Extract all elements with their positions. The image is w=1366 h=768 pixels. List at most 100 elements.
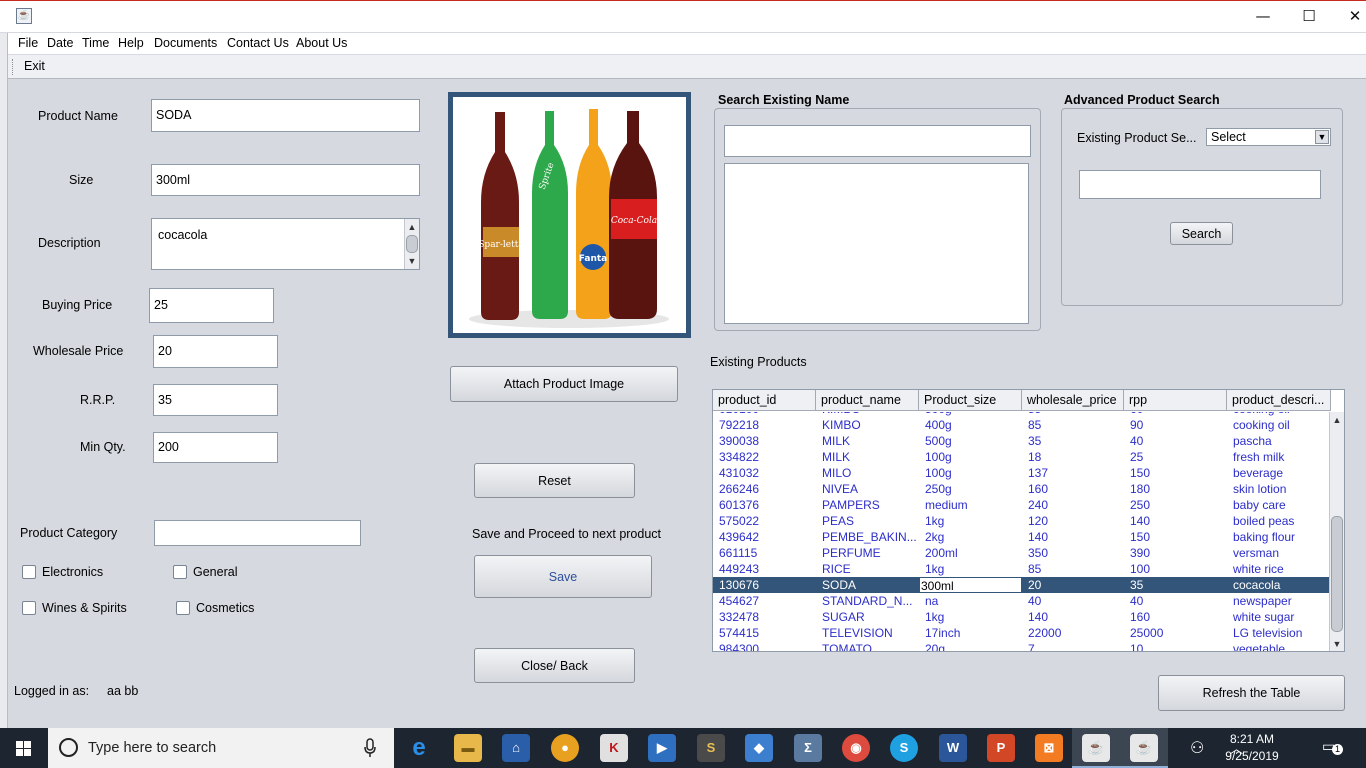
cell-product-id[interactable]: 601376 bbox=[713, 497, 816, 513]
cell-wholesale-price[interactable]: 7 bbox=[1022, 641, 1124, 651]
sublime-icon[interactable]: S bbox=[697, 734, 725, 762]
cell-description[interactable]: fresh milk bbox=[1227, 449, 1331, 465]
cell-product-name[interactable]: SODA bbox=[816, 577, 919, 593]
scroll-thumb[interactable] bbox=[406, 235, 418, 253]
maximize-button[interactable]: ☐ bbox=[1286, 1, 1332, 32]
cell-wholesale-price[interactable]: 40 bbox=[1022, 593, 1124, 609]
table-row[interactable]: 661115 PERFUME 200ml 350 390 versman bbox=[713, 545, 1331, 561]
media-player-icon[interactable]: ● bbox=[551, 734, 579, 762]
advanced-search-input[interactable] bbox=[1079, 170, 1321, 199]
people-icon[interactable]: ⚇ bbox=[1190, 738, 1204, 768]
edge-icon[interactable]: e bbox=[405, 734, 433, 762]
description-textarea[interactable]: cocacola ▲ ▼ bbox=[151, 218, 420, 270]
cell-product-name[interactable]: TOMATO bbox=[816, 641, 919, 651]
table-row[interactable]: 792218 KIMBO 400g 85 90 cooking oil bbox=[713, 417, 1331, 433]
start-button[interactable] bbox=[0, 728, 48, 768]
cell-product-name[interactable]: PAMPERS bbox=[816, 497, 919, 513]
menu-date[interactable]: Date bbox=[47, 36, 73, 50]
cell-product-id[interactable]: 661115 bbox=[713, 545, 816, 561]
table-row[interactable]: 575022 PEAS 1kg 120 140 boiled peas bbox=[713, 513, 1331, 529]
taskbar-java-app-2[interactable]: ☕ bbox=[1120, 728, 1168, 768]
word-icon[interactable]: W bbox=[939, 734, 967, 762]
cell-product-size[interactable]: 1kg bbox=[919, 561, 1022, 577]
menu-file[interactable]: File bbox=[18, 36, 38, 50]
cell-product-size[interactable]: 20g bbox=[919, 641, 1022, 651]
cell-product-id[interactable]: 792218 bbox=[713, 417, 816, 433]
skype-icon[interactable]: S bbox=[890, 734, 918, 762]
cell-product-name[interactable]: KIMBO bbox=[816, 417, 919, 433]
column-header-product-description[interactable]: product_descri... bbox=[1227, 390, 1331, 411]
search-button[interactable]: Search bbox=[1170, 222, 1233, 245]
cell-product-id[interactable]: 575022 bbox=[713, 513, 816, 529]
cell-product-name[interactable]: SUGAR bbox=[816, 609, 919, 625]
cell-rpp[interactable]: 150 bbox=[1124, 465, 1227, 481]
cell-description[interactable]: LG television bbox=[1227, 625, 1331, 641]
cell-product-id[interactable]: 334822 bbox=[713, 449, 816, 465]
buying-price-field[interactable]: 25 bbox=[149, 288, 274, 323]
cell-wholesale-price[interactable]: 85 bbox=[1022, 417, 1124, 433]
size-field[interactable]: 300ml bbox=[151, 164, 420, 196]
cell-wholesale-price[interactable]: 240 bbox=[1022, 497, 1124, 513]
table-row[interactable]: 449243 RICE 1kg 85 100 white rice bbox=[713, 561, 1331, 577]
cell-product-name[interactable]: STANDARD_N... bbox=[816, 593, 919, 609]
chrome-icon[interactable]: ◉ bbox=[842, 734, 870, 762]
refresh-table-button[interactable]: Refresh the Table bbox=[1158, 675, 1345, 711]
cell-wholesale-price[interactable]: 35 bbox=[1022, 433, 1124, 449]
cell-wholesale-price[interactable]: 85 bbox=[1022, 561, 1124, 577]
cosmetics-checkbox[interactable] bbox=[176, 601, 190, 615]
cell-product-id[interactable]: 984300 bbox=[713, 641, 816, 651]
close-window-button[interactable]: ✕ bbox=[1332, 1, 1366, 32]
cell-product-name[interactable]: MILO bbox=[816, 465, 919, 481]
cell-product-name[interactable]: PERFUME bbox=[816, 545, 919, 561]
cell-description[interactable]: versman bbox=[1227, 545, 1331, 561]
cell-rpp[interactable]: 40 bbox=[1124, 593, 1227, 609]
cell-product-size[interactable]: 400g bbox=[919, 417, 1022, 433]
kaspersky-icon[interactable]: K bbox=[600, 734, 628, 762]
cell-product-id[interactable]: 332478 bbox=[713, 609, 816, 625]
cell-rpp[interactable]: 180 bbox=[1124, 481, 1227, 497]
cell-product-id[interactable]: 130676 bbox=[713, 577, 816, 593]
cell-wholesale-price[interactable]: 160 bbox=[1022, 481, 1124, 497]
minimize-button[interactable]: — bbox=[1240, 1, 1286, 32]
virtualbox-icon[interactable]: ◆ bbox=[745, 734, 773, 762]
search-existing-input[interactable] bbox=[724, 125, 1031, 157]
xampp-icon[interactable]: ⊠ bbox=[1035, 734, 1063, 762]
cell-wholesale-price[interactable]: 140 bbox=[1022, 609, 1124, 625]
table-row[interactable]: 984300 TOMATO 20g 7 10 vegetable bbox=[713, 641, 1331, 651]
cell-product-id[interactable]: 431032 bbox=[713, 465, 816, 481]
cell-product-id[interactable]: 574415 bbox=[713, 625, 816, 641]
column-header-wholesale-price[interactable]: wholesale_price bbox=[1022, 390, 1124, 411]
cell-product-size[interactable]: 100g bbox=[919, 449, 1022, 465]
scroll-up-arrow-icon[interactable]: ▲ bbox=[1330, 413, 1344, 427]
cell-product-id[interactable]: 449243 bbox=[713, 561, 816, 577]
cell-product-size[interactable]: 500g bbox=[919, 433, 1022, 449]
rrp-field[interactable]: 35 bbox=[153, 384, 278, 416]
menu-about-us[interactable]: About Us bbox=[296, 36, 347, 50]
cell-rpp[interactable]: 25 bbox=[1124, 449, 1227, 465]
cell-description[interactable]: white sugar bbox=[1227, 609, 1331, 625]
cell-rpp[interactable]: 100 bbox=[1124, 561, 1227, 577]
table-scroll-thumb[interactable] bbox=[1331, 516, 1343, 632]
cell-rpp[interactable]: 35 bbox=[1124, 577, 1227, 593]
product-name-field[interactable]: SODA bbox=[151, 99, 420, 132]
table-scrollbar[interactable]: ▲ ▼ bbox=[1329, 412, 1344, 651]
system-clock[interactable]: 8:21 AM 9/25/2019 bbox=[1216, 731, 1288, 765]
column-header-product-id[interactable]: product_id bbox=[713, 390, 816, 411]
cell-product-name[interactable]: RICE bbox=[816, 561, 919, 577]
cell-product-name[interactable]: MILK bbox=[816, 433, 919, 449]
exit-button[interactable]: Exit bbox=[24, 59, 45, 73]
cell-rpp[interactable]: 25000 bbox=[1124, 625, 1227, 641]
cell-description[interactable]: baking flour bbox=[1227, 529, 1331, 545]
search-field-select[interactable]: Select ▼ bbox=[1206, 128, 1331, 146]
table-row[interactable]: 334822 MILK 100g 18 25 fresh milk bbox=[713, 449, 1331, 465]
cell-rpp[interactable]: 140 bbox=[1124, 513, 1227, 529]
cell-description[interactable]: skin lotion bbox=[1227, 481, 1331, 497]
table-row[interactable]: 431032 MILO 100g 137 150 beverage bbox=[713, 465, 1331, 481]
cell-product-id[interactable]: 390038 bbox=[713, 433, 816, 449]
table-row[interactable]: 130676 SODA 300ml 20 35 cocacola bbox=[713, 577, 1331, 593]
cell-editor[interactable]: 300ml bbox=[919, 577, 1022, 593]
cell-description[interactable]: cooking oil bbox=[1227, 417, 1331, 433]
attach-product-image-button[interactable]: Attach Product Image bbox=[450, 366, 678, 402]
description-scrollbar[interactable]: ▲ ▼ bbox=[404, 219, 419, 269]
table-row[interactable]: 439642 PEMBE_BAKIN... 2kg 140 150 baking flou… bbox=[713, 529, 1331, 545]
